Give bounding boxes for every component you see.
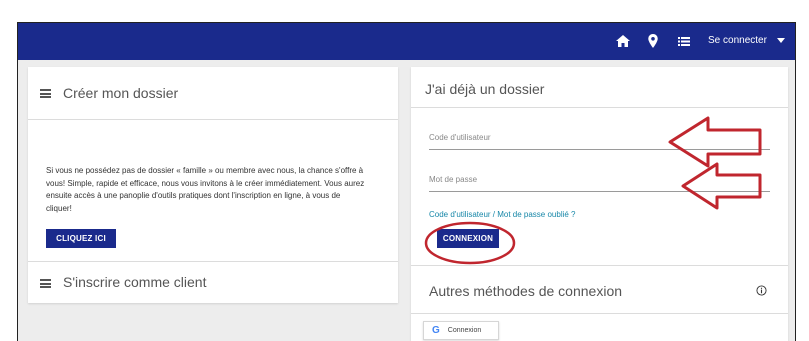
app-window: Se connecter Créer mon dossier Si vous n… <box>17 22 796 341</box>
register-client-title[interactable]: S'inscrire comme client <box>63 274 207 290</box>
create-file-title: Créer mon dossier <box>63 85 179 101</box>
divider <box>411 313 788 314</box>
google-login-label: Connexion <box>447 327 482 334</box>
login-menu[interactable]: Se connecter <box>708 35 785 46</box>
annotation-circle-icon <box>424 221 516 265</box>
other-methods-title: Autres méthodes de connexion <box>429 283 623 299</box>
google-login-button[interactable]: G Connexion <box>423 321 499 340</box>
caret-down-icon <box>776 38 785 43</box>
left-card: Créer mon dossier Si vous ne possédez pa… <box>28 67 398 303</box>
password-field[interactable]: Mot de passe <box>429 175 477 184</box>
annotation-arrow-icon <box>681 162 762 210</box>
list-icon[interactable] <box>676 33 692 49</box>
divider <box>28 261 398 262</box>
create-file-description: Si vous ne possédez pas de dossier « fam… <box>46 166 365 213</box>
menu-lines-icon <box>40 279 51 288</box>
username-field[interactable]: Code d'utilisateur <box>429 133 491 142</box>
divider <box>28 119 398 120</box>
info-icon[interactable] <box>756 285 767 296</box>
location-pin-icon[interactable] <box>645 33 661 49</box>
existing-file-title: J'ai déjà un dossier <box>425 81 545 97</box>
google-icon: G <box>432 325 440 336</box>
home-icon[interactable] <box>615 33 631 49</box>
login-label: Se connecter <box>708 35 767 46</box>
top-nav-bar: Se connecter <box>18 23 795 60</box>
click-here-button[interactable]: CLIQUEZ ICI <box>46 229 116 248</box>
menu-lines-icon <box>40 89 51 98</box>
forgot-credentials-link[interactable]: Code d'utilisateur / Mot de passe oublié… <box>429 210 576 219</box>
divider <box>411 107 788 108</box>
